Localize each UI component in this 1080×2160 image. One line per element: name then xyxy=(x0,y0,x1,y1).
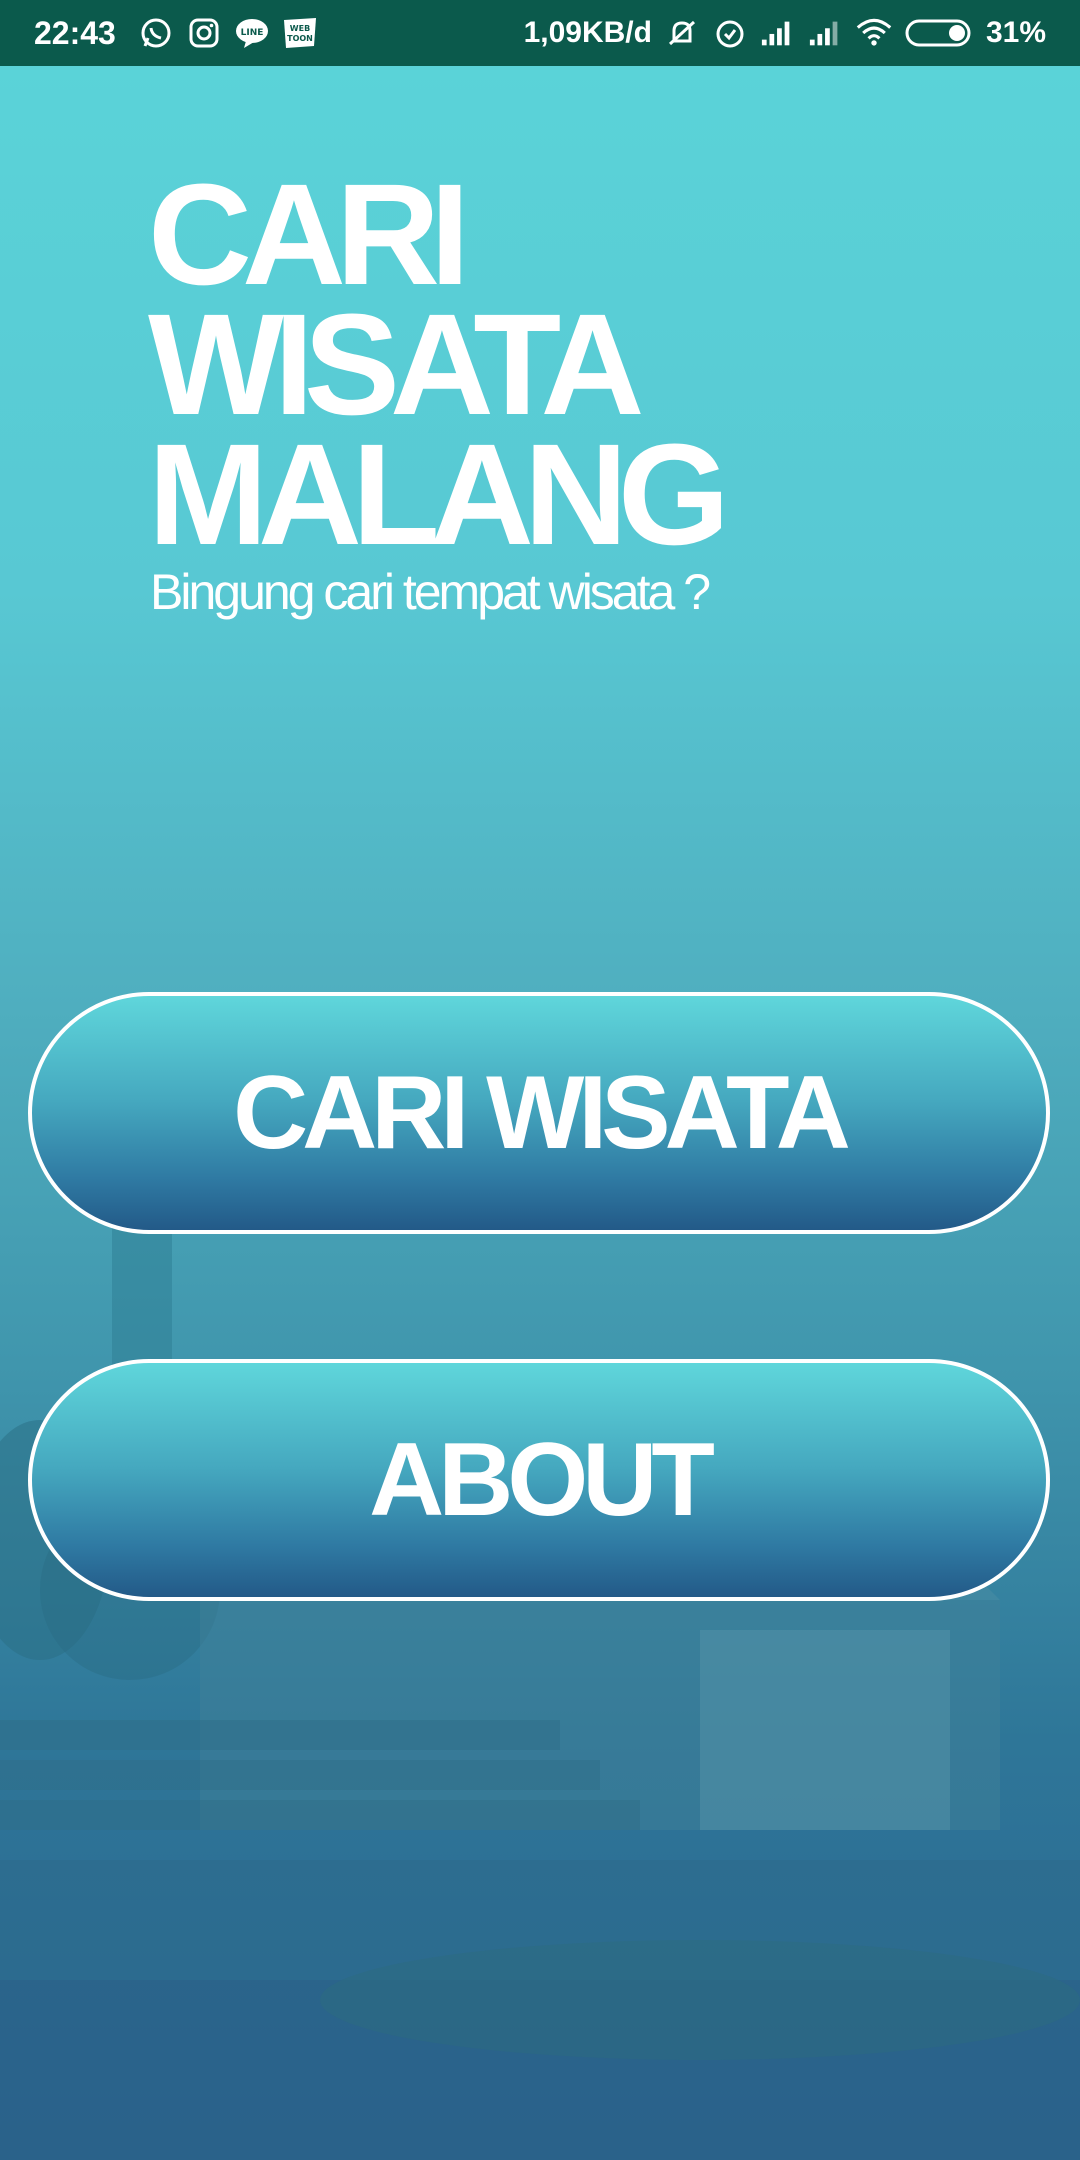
svg-text:TOON: TOON xyxy=(287,34,313,43)
app-subtitle: Bingung cari tempat wisata ? xyxy=(150,564,711,620)
signal-icon xyxy=(808,15,844,51)
title-line-2: WISATA xyxy=(148,284,645,445)
mute-icon xyxy=(664,15,700,51)
wifi-icon xyxy=(856,15,892,51)
cari-wisata-button[interactable]: CARI WISATA xyxy=(28,992,1050,1234)
title-line-3: MALANG xyxy=(148,414,730,575)
whatsapp-icon xyxy=(138,15,174,51)
line-icon: LINE xyxy=(234,15,270,51)
status-bar: 22:43 LINE WEB TOON 1,09KB/d 31% xyxy=(0,0,1080,66)
app-title: CARI WISATA MALANG xyxy=(148,154,730,575)
webtoon-icon: WEB TOON xyxy=(282,15,318,51)
network-speed: 1,09KB/d xyxy=(523,16,652,49)
battery-level: 31% xyxy=(985,16,1046,49)
battery-icon xyxy=(904,15,974,51)
city-hall-background-image xyxy=(0,1168,1080,2160)
svg-text:LINE: LINE xyxy=(240,28,263,38)
about-button[interactable]: ABOUT xyxy=(28,1359,1050,1601)
about-label: ABOUT xyxy=(369,1421,715,1538)
title-line-1: CARI xyxy=(148,154,470,315)
instagram-icon xyxy=(186,15,222,51)
alarm-icon xyxy=(712,15,748,51)
cari-wisata-label: CARI WISATA xyxy=(233,1054,851,1171)
status-time: 22:43 xyxy=(34,14,116,51)
svg-text:WEB: WEB xyxy=(290,24,310,33)
signal-icon xyxy=(760,15,796,51)
